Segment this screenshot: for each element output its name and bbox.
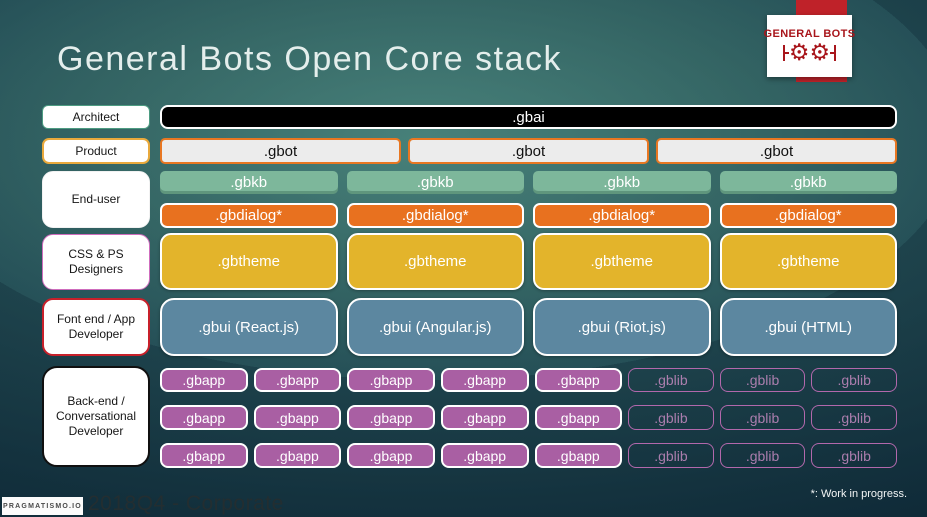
gbot-box: .gbot xyxy=(160,138,401,164)
gear-end-bar-icon xyxy=(830,43,837,63)
role-label-product: Product xyxy=(42,138,150,164)
gbui-html-box: .gbui (HTML) xyxy=(719,298,897,356)
role-label-end-user: End-user xyxy=(42,171,150,228)
gbui-riot-box: .gbui (Riot.js) xyxy=(533,298,711,356)
pragmatismo-logo: PRAGMATISMO.IO xyxy=(2,497,83,515)
gbdialog-box: .gbdialog* xyxy=(533,203,711,228)
row-gbui: .gbui (React.js) .gbui (Angular.js) .gbu… xyxy=(160,298,897,356)
footer-version-text: 2018Q4 - Corporate xyxy=(88,492,284,515)
gbdialog-box: .gbdialog* xyxy=(346,203,524,228)
gbai-box: .gbai xyxy=(160,105,897,129)
gbapp-box: .gbapp xyxy=(347,405,435,430)
gbapp-box: .gbapp xyxy=(253,405,342,430)
gbtheme-box: .gbtheme xyxy=(533,233,711,290)
role-label-architect: Architect xyxy=(42,105,150,129)
gbapp-box: .gbapp xyxy=(440,368,529,392)
role-label-frontend-app-developer: Font end / App Developer xyxy=(42,298,150,356)
row-gbapp-gblib-2: .gbapp .gbapp .gbapp .gbapp .gbapp .gbli… xyxy=(160,405,897,430)
gbtheme-box: .gbtheme xyxy=(719,233,897,290)
role-label-css-ps-designers: CSS & PS Designers xyxy=(42,234,150,290)
gbapp-box: .gbapp xyxy=(534,405,623,430)
gbapp-box: .gbapp xyxy=(160,405,248,430)
gbtheme-box: .gbtheme xyxy=(160,233,338,290)
logo-gears-row: ⚙ ⚙ xyxy=(782,41,837,64)
slide-canvas: General Bots Open Core stack GENERAL BOT… xyxy=(0,0,927,517)
gbapp-box: .gbapp xyxy=(534,368,623,392)
gblib-box: .gblib xyxy=(811,368,897,392)
gbapp-box: .gbapp xyxy=(160,443,248,468)
row-gbdialog: .gbdialog* .gbdialog* .gbdialog* .gbdial… xyxy=(160,203,897,228)
gbkb-box: .gbkb xyxy=(533,171,711,194)
gbkb-box: .gbkb xyxy=(719,171,897,194)
gear-icon: ⚙ xyxy=(809,39,831,65)
gbot-box: .gbot xyxy=(408,138,649,164)
gbapp-box: .gbapp xyxy=(534,443,623,468)
gblib-box: .gblib xyxy=(719,443,806,468)
row-gbtheme: .gbtheme .gbtheme .gbtheme .gbtheme xyxy=(160,233,897,290)
gblib-box: .gblib xyxy=(628,443,714,468)
gbapp-box: .gbapp xyxy=(440,405,529,430)
gear-end-bar-icon xyxy=(782,43,789,63)
gbapp-box: .gbapp xyxy=(440,443,529,468)
gblib-box: .gblib xyxy=(719,405,806,430)
gbapp-box: .gbapp xyxy=(347,443,435,468)
page-title: General Bots Open Core stack xyxy=(57,40,563,78)
gblib-box: .gblib xyxy=(628,368,714,392)
gblib-box: .gblib xyxy=(811,443,897,468)
gbtheme-box: .gbtheme xyxy=(346,233,524,290)
row-gbai: .gbai xyxy=(160,105,897,129)
gblib-box: .gblib xyxy=(811,405,897,430)
gear-icon: ⚙ xyxy=(788,39,810,65)
gblib-box: .gblib xyxy=(719,368,806,392)
row-gbkb: .gbkb .gbkb .gbkb .gbkb xyxy=(160,171,897,194)
gbkb-box: .gbkb xyxy=(160,171,338,194)
gbui-react-box: .gbui (React.js) xyxy=(160,298,338,356)
gbkb-box: .gbkb xyxy=(346,171,524,194)
row-gbapp-gblib-3: .gbapp .gbapp .gbapp .gbapp .gbapp .gbli… xyxy=(160,443,897,468)
row-gbapp-gblib-1: .gbapp .gbapp .gbapp .gbapp .gbapp .gbli… xyxy=(160,368,897,392)
gbapp-box: .gbapp xyxy=(253,368,342,392)
pragmatismo-logo-text: PRAGMATISMO.IO xyxy=(3,502,82,510)
gbdialog-box: .gbdialog* xyxy=(719,203,897,228)
gblib-box: .gblib xyxy=(628,405,714,430)
gbapp-box: .gbapp xyxy=(253,443,342,468)
gbui-angular-box: .gbui (Angular.js) xyxy=(346,298,524,356)
role-label-backend-conversational-developer: Back-end / Conversational Developer xyxy=(42,366,150,467)
gbapp-box: .gbapp xyxy=(160,368,248,392)
row-gbot: .gbot .gbot .gbot xyxy=(160,138,897,164)
gbdialog-box: .gbdialog* xyxy=(160,203,338,228)
gbot-box: .gbot xyxy=(656,138,897,164)
work-in-progress-note: *: Work in progress. xyxy=(810,488,907,500)
general-bots-logo: GENERAL BOTS ⚙ ⚙ xyxy=(764,15,855,77)
gbapp-box: .gbapp xyxy=(347,368,435,392)
